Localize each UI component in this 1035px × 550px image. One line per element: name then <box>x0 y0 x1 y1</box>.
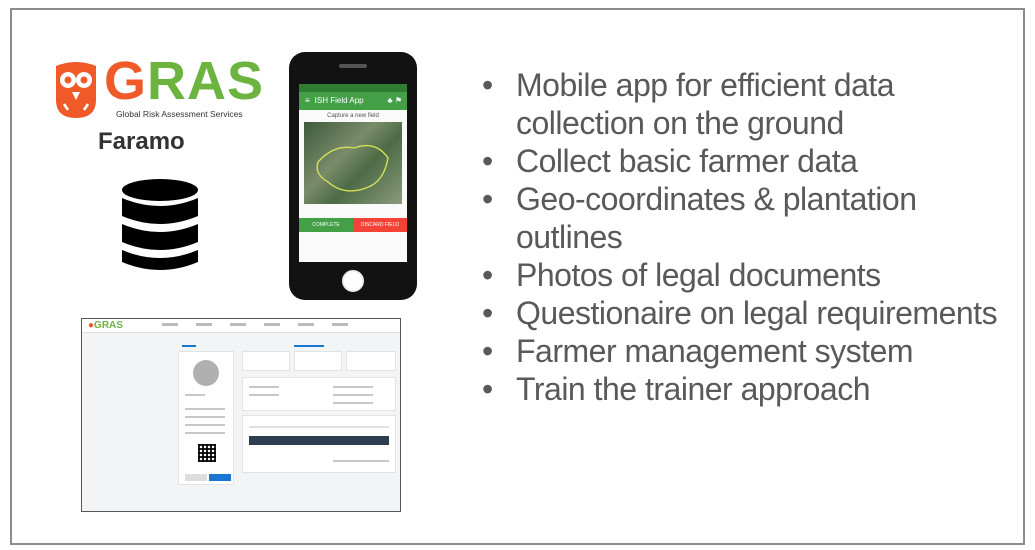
menu-icon[interactable]: ≡ <box>305 96 310 105</box>
bullet-item: Photos of legal documents <box>478 256 1008 294</box>
database-icon <box>122 179 198 270</box>
bullet-item: Questionaire on legal requirements <box>478 294 1008 332</box>
bullet-item: Geo-coordinates & plantation outlines <box>478 180 1008 256</box>
phone-speaker <box>339 64 367 68</box>
phone-button-row: COMPLETE DISCARD FIELD <box>299 218 407 232</box>
primary-action-button[interactable] <box>209 474 231 481</box>
feature-bullet-list: Mobile app for efficient data collection… <box>478 66 1008 408</box>
discard-field-button[interactable]: DISCARD FIELD <box>353 218 407 232</box>
bullet-item: Collect basic farmer data <box>478 142 1008 180</box>
satellite-map[interactable] <box>304 122 402 204</box>
bullet-item: Farmer management system <box>478 332 1008 370</box>
gras-logo: GRAS Global Risk Assessment Services <box>52 54 263 122</box>
gras-tagline: Global Risk Assessment Services <box>116 109 243 119</box>
fields-table-card <box>242 415 396 473</box>
info-card <box>242 351 290 371</box>
phone-screen: ≡ ISH Field App ♣ ⚑ Capture a new field C… <box>299 84 407 262</box>
field-outline <box>316 144 389 192</box>
app-bar-icons[interactable]: ♣ ⚑ <box>387 92 402 110</box>
status-bar <box>299 84 407 92</box>
info-card <box>346 351 396 371</box>
desktop-header: ●GRAS <box>82 319 400 333</box>
table-row[interactable] <box>249 436 389 445</box>
qr-code-icon <box>198 444 216 462</box>
info-card <box>294 351 342 371</box>
farmer-profile-card <box>178 351 234 485</box>
app-bar: ≡ ISH Field App ♣ ⚑ <box>299 92 407 110</box>
complete-button[interactable]: COMPLETE <box>299 218 353 232</box>
desktop-logo: ●GRAS <box>88 320 123 331</box>
owl-icon <box>56 62 96 118</box>
phone-home-button[interactable] <box>342 270 364 292</box>
desktop-app-screenshot: ●GRAS <box>81 318 401 512</box>
desktop-nav <box>162 323 348 326</box>
product-name: Faramo <box>98 128 185 155</box>
gras-wordmark: GRAS <box>104 51 265 111</box>
details-card <box>242 377 396 411</box>
bullet-item: Train the trainer approach <box>478 370 1008 408</box>
phone-mockup: ≡ ISH Field App ♣ ⚑ Capture a new field C… <box>289 52 417 300</box>
avatar <box>193 360 219 386</box>
screen-title: Capture a new field <box>327 113 379 119</box>
edit-button[interactable] <box>185 474 207 481</box>
bullet-item: Mobile app for efficient data collection… <box>478 66 1008 142</box>
app-title: ISH Field App <box>314 96 364 105</box>
